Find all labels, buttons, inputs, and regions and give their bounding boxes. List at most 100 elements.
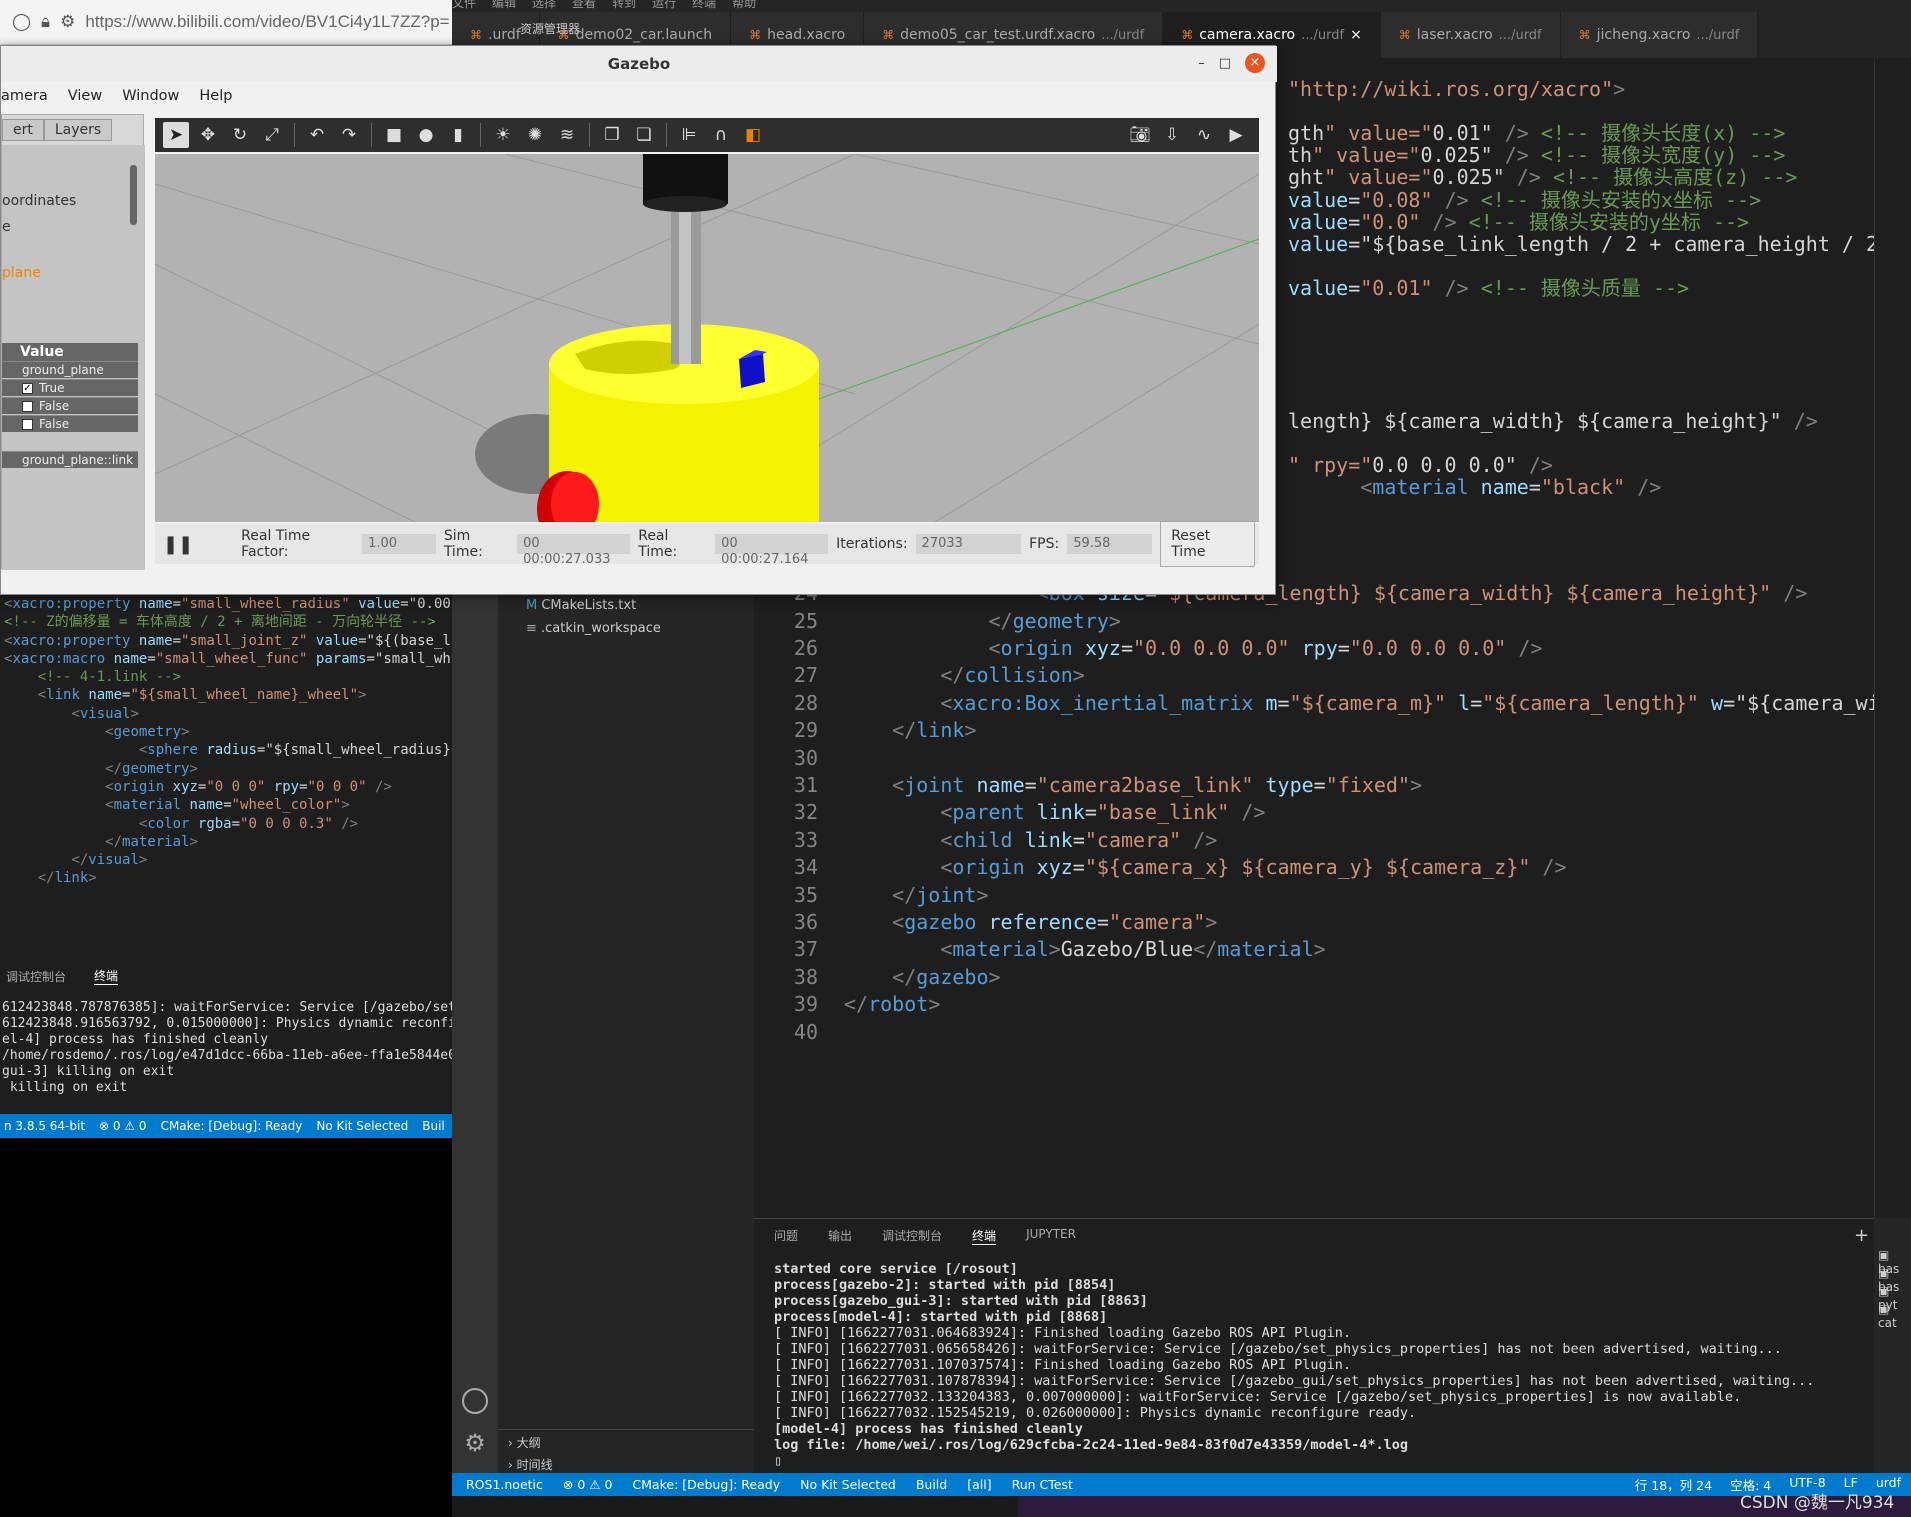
status-item[interactable]: [all] (967, 1477, 991, 1492)
undo-icon[interactable]: ↶ (304, 122, 330, 148)
point-light-icon[interactable]: ☀ (490, 122, 516, 148)
align-icon[interactable]: ⊫ (676, 122, 702, 148)
tab-layers[interactable]: Layers (43, 119, 113, 141)
rotate-tool-icon[interactable]: ↻ (227, 122, 253, 148)
code-line: 30 (754, 745, 1874, 772)
snap-icon[interactable]: ∩ (708, 122, 734, 148)
secondary-terminal[interactable]: 612423848.787876385]: waitForService: Se… (0, 1000, 452, 1122)
url-field[interactable]: https://www.bilibili.com/video/BV1Ci4y1L… (85, 12, 449, 32)
status-item[interactable]: 行 18，列 24 (1635, 1475, 1712, 1494)
xml-file-icon: ⌘ (749, 28, 762, 42)
status-item[interactable]: Run CTest (1012, 1477, 1073, 1492)
box-shape-icon[interactable]: ■ (381, 122, 407, 148)
code-line: 29 </link> (754, 717, 1874, 744)
redo-icon[interactable]: ↷ (336, 122, 362, 148)
minimap[interactable] (1874, 58, 1911, 1218)
cylinder-shape-icon[interactable]: ▮ (445, 122, 471, 148)
screenshot-icon[interactable]: 📷︎ (1127, 122, 1153, 148)
checkbox-checked-icon[interactable]: ✓ (22, 383, 33, 394)
panel-tab-2[interactable]: 调试控制台 (882, 1227, 942, 1245)
status-item[interactable]: CMake: [Debug]: Ready (632, 1477, 780, 1492)
tree-item-selected[interactable]: plane (2, 265, 41, 281)
menu-item[interactable]: 终端 (692, 0, 716, 10)
lock-icon: 🔒︎ (41, 12, 51, 32)
status-item[interactable]: ⊗ 0 ⚠ 0 (99, 1119, 147, 1133)
code-text: </link> (892, 718, 977, 743)
log-icon[interactable]: ⇩ (1159, 122, 1185, 148)
sphere-shape-icon[interactable]: ● (413, 122, 439, 148)
copy-icon[interactable]: ❐ (599, 122, 625, 148)
file-item[interactable]: M CMakeLists.txt (526, 598, 636, 613)
panel-tab-1[interactable]: 输出 (828, 1227, 852, 1245)
panel-tab-0[interactable]: 问题 (774, 1227, 798, 1245)
directional-light-icon[interactable]: ≋ (554, 122, 580, 148)
tab-jicheng-xacro[interactable]: ⌘ jicheng.xacro .../urdf (1560, 12, 1759, 58)
tree-item[interactable]: e (2, 219, 11, 235)
timeline-section[interactable]: › 时间线 (508, 1456, 553, 1473)
panel-tab-4[interactable]: JUPYTER (1026, 1227, 1076, 1245)
menu-item[interactable]: 选择 (532, 0, 556, 10)
property-row[interactable]: False (2, 397, 138, 414)
menu-item[interactable]: 查看 (572, 0, 596, 10)
gazebo-menu-item[interactable]: View (68, 88, 102, 104)
reset-time-button[interactable]: Reset Time (1160, 521, 1255, 567)
property-row[interactable]: ✓ True (2, 379, 138, 396)
terminal-list: ▣ bas ▣ bas ▣ pyt ▣ cat (1874, 1218, 1911, 1473)
minimize-icon[interactable]: – (1198, 56, 1205, 71)
gazebo-menu-item[interactable]: Help (199, 88, 232, 104)
panel-tabs: 问题 输出 调试控制台 终端 JUPYTER (774, 1227, 1076, 1245)
status-item[interactable]: No Kit Selected (800, 1477, 896, 1492)
plot-icon[interactable]: ∿ (1191, 122, 1217, 148)
scale-tool-icon[interactable]: ⤢ (259, 122, 285, 148)
scrollbar[interactable] (130, 165, 137, 225)
gear-icon[interactable]: ⚙ (462, 1430, 488, 1456)
3d-viewport[interactable] (155, 154, 1259, 522)
close-icon[interactable]: × (1245, 53, 1265, 73)
maximize-icon[interactable]: □ (1219, 56, 1231, 71)
paste-icon[interactable]: ❏ (631, 122, 657, 148)
terminal-name: cat (1878, 1316, 1897, 1330)
panel-tab[interactable]: 调试控制台 (6, 968, 66, 985)
window-controls: – □ × (1198, 53, 1265, 73)
account-icon[interactable] (462, 1388, 488, 1414)
status-item[interactable]: CMake: [Debug]: Ready (161, 1119, 303, 1133)
select-tool-icon[interactable]: ➤ (163, 122, 189, 148)
menu-item[interactable]: 帮助 (732, 0, 756, 10)
secondary-editor[interactable]: <xacro:property name="small_wheel_radius… (0, 595, 452, 955)
terminal-instance[interactable]: ▣ cat (1878, 1302, 1911, 1330)
translate-tool-icon[interactable]: ✥ (195, 122, 221, 148)
status-item[interactable]: ⊗ 0 ⚠ 0 (563, 1477, 613, 1492)
terminal-output[interactable]: started core service [/rosout] process[ga… (774, 1261, 1864, 1469)
view-angle-icon[interactable]: ◧ (740, 122, 766, 148)
checkbox-icon[interactable] (22, 419, 33, 430)
panel-tab-3[interactable]: 终端 (972, 1227, 997, 1245)
add-terminal-icon[interactable]: + (1854, 1225, 1869, 1246)
close-icon[interactable]: × (1350, 27, 1362, 43)
record-video-icon[interactable]: ▶ (1223, 122, 1249, 148)
file-item[interactable]: ≡ .catkin_workspace (526, 621, 661, 636)
menu-item[interactable]: 运行 (652, 0, 676, 10)
status-item[interactable]: Build (916, 1477, 947, 1492)
code-text: <origin xyz="0.0 0.0 0.0" rpy="0.0 0.0 0… (988, 636, 1543, 660)
terminal-cursor[interactable]: ▯ (774, 1453, 1864, 1469)
spot-light-icon[interactable]: ✺ (522, 122, 548, 148)
menu-item[interactable]: 文件 (452, 0, 476, 10)
status-item[interactable]: ROS1.noetic (466, 1477, 543, 1492)
tree-item[interactable]: oordinates (2, 193, 76, 209)
status-item[interactable]: Buil (422, 1119, 445, 1133)
pause-icon[interactable]: ❚❚ (163, 534, 193, 555)
link-row[interactable]: ground_plane::link (2, 451, 138, 468)
panel-tab[interactable]: 终端 (94, 967, 119, 985)
status-item[interactable]: No Kit Selected (316, 1119, 408, 1133)
status-item[interactable]: n 3.8.5 64-bit (4, 1119, 85, 1133)
menu-item[interactable]: 转到 (612, 0, 636, 10)
gazebo-menu-item[interactable]: amera (1, 88, 48, 104)
gazebo-menu-item[interactable]: Window (122, 88, 179, 104)
tab-insert[interactable]: ert (2, 119, 44, 141)
outline-section[interactable]: › 大纲 (508, 1434, 541, 1451)
tab-laser-xacro[interactable]: ⌘ laser.xacro .../urdf (1380, 12, 1561, 58)
checkbox-icon[interactable] (22, 401, 33, 412)
property-row[interactable]: False (2, 415, 138, 432)
code-line: <xacro:property name="small_joint_z" val… (4, 632, 451, 649)
menu-item[interactable]: 编辑 (492, 0, 516, 10)
